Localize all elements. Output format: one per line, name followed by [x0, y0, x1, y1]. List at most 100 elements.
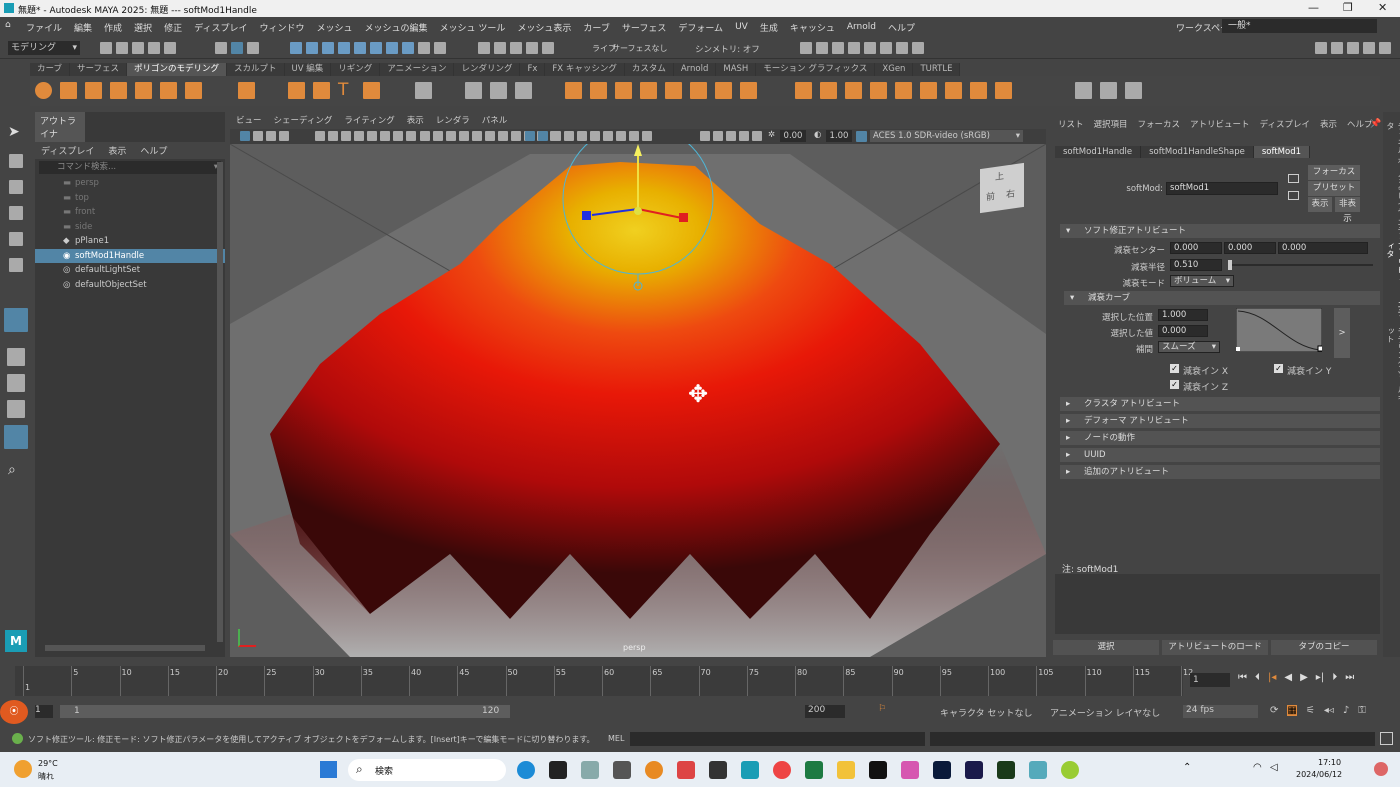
- menu-surfaces[interactable]: サーフェス: [616, 21, 672, 34]
- vp-menu-panels[interactable]: パネル: [482, 114, 508, 129]
- rotate-tool-icon[interactable]: [9, 232, 23, 246]
- viewcube-right[interactable]: 右: [1006, 186, 1015, 200]
- render-ipr-icon[interactable]: [832, 42, 844, 54]
- side-tab-attribute-editor[interactable]: アトリビュート エディタ: [1385, 242, 1400, 322]
- shelf-tab-fx[interactable]: Fx: [520, 63, 546, 76]
- gate-mask-icon[interactable]: [354, 131, 364, 141]
- taskbar-search[interactable]: ⌕ 検索: [348, 759, 506, 781]
- poly-cube-icon[interactable]: [60, 82, 77, 99]
- move-tool-icon[interactable]: [9, 206, 23, 220]
- select-component-icon[interactable]: [247, 42, 259, 54]
- center-handle[interactable]: [634, 207, 642, 215]
- outliner-item-side[interactable]: ▬ side: [35, 220, 225, 235]
- lasso-tool-icon[interactable]: [9, 154, 23, 168]
- lock-icon[interactable]: [418, 42, 430, 54]
- motion-blur-icon[interactable]: [472, 131, 482, 141]
- extrude-icon[interactable]: [795, 82, 812, 99]
- poly-torus-icon[interactable]: [135, 82, 152, 99]
- vp-menu-shading[interactable]: シェーディング: [274, 114, 333, 129]
- menu-mesh-tools[interactable]: メッシュ ツール: [434, 21, 512, 34]
- dof-icon[interactable]: [498, 131, 508, 141]
- section-node-behavior[interactable]: ▸ ノードの動作: [1060, 431, 1380, 445]
- center-pivot-icon[interactable]: [465, 82, 482, 99]
- falloff-in-x-check[interactable]: ✓: [1170, 364, 1179, 373]
- copy-tab-button[interactable]: タブのコピー: [1271, 640, 1377, 655]
- tray-chevron-icon[interactable]: ⌃: [1183, 762, 1191, 773]
- render-current-icon[interactable]: [526, 42, 538, 54]
- outliner-menu-show[interactable]: 表示: [108, 144, 126, 157]
- sound-icon[interactable]: ◂◃: [1324, 705, 1334, 716]
- poly-plane-icon[interactable]: [160, 82, 177, 99]
- character-set-select[interactable]: キャラクタ セットなし: [940, 706, 1033, 719]
- hypershade-icon[interactable]: [864, 42, 876, 54]
- toggle-e-icon[interactable]: [752, 131, 762, 141]
- node-name-field[interactable]: softMod1: [1166, 182, 1278, 195]
- ae-menu-selected[interactable]: 選択項目: [1094, 118, 1128, 130]
- outliner-item-persp[interactable]: ▬ persp: [35, 176, 225, 191]
- script-editor-icon[interactable]: [1380, 732, 1393, 745]
- davinci-icon[interactable]: [709, 761, 727, 779]
- image-plane-icon[interactable]: [279, 131, 289, 141]
- step-back-key-icon[interactable]: ⏴: [1255, 672, 1260, 683]
- edge-icon[interactable]: [517, 761, 535, 779]
- safe-action-icon[interactable]: [367, 131, 377, 141]
- presets-button[interactable]: プリセット: [1308, 181, 1360, 196]
- snap-curve-icon[interactable]: [306, 42, 318, 54]
- ipr-icon[interactable]: [542, 42, 554, 54]
- multi-cut-icon[interactable]: [920, 82, 937, 99]
- unity-icon[interactable]: [613, 761, 631, 779]
- menu-edit[interactable]: 編集: [68, 21, 98, 34]
- paint-icon[interactable]: [1125, 82, 1142, 99]
- snap-point-icon[interactable]: [322, 42, 334, 54]
- all-lights-icon[interactable]: [642, 131, 652, 141]
- shelf-tab-curves[interactable]: カーブ: [30, 63, 70, 76]
- separate-icon[interactable]: [590, 82, 607, 99]
- photos-icon[interactable]: [901, 761, 919, 779]
- type-text-icon[interactable]: T: [338, 82, 355, 99]
- menu-cache[interactable]: キャッシュ: [784, 21, 841, 34]
- append-icon[interactable]: [895, 82, 912, 99]
- maya-logo-icon[interactable]: M: [5, 630, 27, 652]
- live-surface-value[interactable]: サーフェスなし: [612, 43, 668, 54]
- snap-view-icon[interactable]: [338, 42, 350, 54]
- key-icon[interactable]: ⚿: [1358, 705, 1366, 716]
- attribute-editor-icon[interactable]: [1347, 42, 1359, 54]
- curve-expand-button[interactable]: >: [1334, 308, 1350, 358]
- auto-key-icon[interactable]: ⚐: [878, 704, 886, 714]
- mel-label[interactable]: MEL: [608, 734, 624, 743]
- menu-modify[interactable]: 修正: [158, 21, 188, 34]
- explorer-icon[interactable]: [837, 761, 855, 779]
- undo-icon[interactable]: [148, 42, 160, 54]
- curve-key-start[interactable]: [1236, 347, 1240, 351]
- snap-toggle-icon[interactable]: [434, 42, 446, 54]
- anim-layer-select[interactable]: アニメーション レイヤなし: [1050, 706, 1160, 719]
- shelf-tab-animation[interactable]: アニメーション: [380, 63, 455, 76]
- menuset-select[interactable]: モデリング ▾: [8, 41, 80, 55]
- wireframe-icon[interactable]: [380, 131, 390, 141]
- output-ops-icon[interactable]: [494, 42, 506, 54]
- snap-face-icon[interactable]: [402, 42, 414, 54]
- vectorworks-icon[interactable]: [1061, 761, 1079, 779]
- menu-file[interactable]: ファイル: [20, 21, 68, 34]
- vp-menu-renderer[interactable]: レンダラ: [436, 114, 470, 129]
- tab-softmod1[interactable]: softMod1: [1253, 146, 1311, 158]
- save-scene-icon[interactable]: [132, 42, 144, 54]
- ambient-occlusion-icon[interactable]: [459, 131, 469, 141]
- color-management-icon[interactable]: [856, 131, 867, 142]
- side-tab-modeling-toolkit[interactable]: モデリング ツールキット: [1385, 327, 1400, 407]
- exposure-field[interactable]: 0.00: [780, 130, 806, 142]
- falloff-center-z[interactable]: 0.000: [1278, 242, 1368, 254]
- menu-mesh[interactable]: メッシュ: [310, 21, 358, 34]
- ae-menu-focus[interactable]: フォーカス: [1138, 118, 1181, 130]
- falloff-in-z-check[interactable]: ✓: [1170, 380, 1179, 389]
- viewcube-top[interactable]: 上: [995, 169, 1004, 183]
- shelf-tab-uv-editing[interactable]: UV 編集: [284, 63, 332, 76]
- menu-edit-mesh[interactable]: メッシュの編集: [358, 21, 433, 34]
- shelf-tab-sculpting[interactable]: スカルプト: [227, 63, 285, 76]
- outliner-item-pplane1[interactable]: ◆ pPlane1: [35, 234, 225, 249]
- notepad-icon[interactable]: [581, 761, 599, 779]
- outliner-item-front[interactable]: ▬ front: [35, 205, 225, 220]
- select-hierarchy-icon[interactable]: [215, 42, 227, 54]
- falloff-center-x[interactable]: 0.000: [1170, 242, 1222, 254]
- photoshop-icon[interactable]: [933, 761, 951, 779]
